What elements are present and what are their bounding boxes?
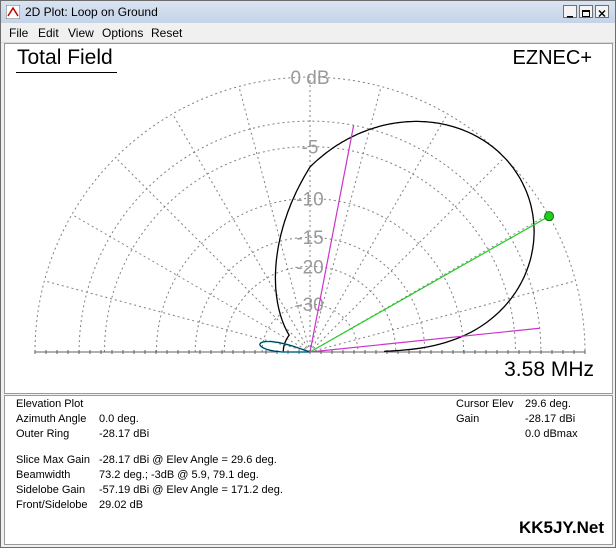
- ring-label: -15: [296, 228, 323, 249]
- info-value: 0.0 dBmax: [525, 428, 578, 440]
- plot-title: Total Field: [17, 46, 113, 69]
- info-label: Elevation Plot: [16, 398, 84, 410]
- grid-spoke: [172, 113, 311, 353]
- info-label: Cursor Elev: [456, 398, 514, 410]
- info-value: 73.2 deg.; -3dB @ 5.9, 79.1 deg.: [99, 469, 259, 481]
- cursor-line: [309, 215, 550, 353]
- ring-label: 0 dB: [290, 68, 329, 89]
- info-label: Slice Max Gain: [16, 454, 90, 466]
- ring-label: -10: [296, 189, 323, 210]
- minimize-icon: [567, 16, 573, 18]
- ring-label: -20: [296, 257, 323, 278]
- menu-edit[interactable]: Edit: [38, 26, 59, 40]
- cursor-marker: [544, 211, 555, 222]
- info-value: -28.17 dBi: [525, 413, 576, 425]
- ring-label: -5: [302, 138, 319, 159]
- info-value: -57.19 dBi @ Elev Angle = 171.2 deg.: [99, 484, 283, 496]
- grid-spoke: [309, 157, 505, 353]
- app-icon: [6, 5, 20, 19]
- plot-title-underline: [16, 72, 117, 73]
- info-value: 29.6 deg.: [525, 398, 571, 410]
- menu-options[interactable]: Options: [102, 26, 143, 40]
- polar-plot[interactable]: 0 dB -5 -10 -15 -20 -30: [5, 44, 612, 393]
- plot-frequency: 3.58 MHz: [504, 358, 594, 381]
- close-icon: [598, 10, 606, 17]
- plot-area[interactable]: 0 dB -5 -10 -15 -20 -30 Total Field EZNEC+ 3.…: [4, 43, 613, 394]
- window-title: 2D Plot: Loop on Ground: [25, 5, 158, 19]
- menu-file[interactable]: File: [9, 26, 28, 40]
- watermark: KK5JY.Net: [518, 518, 604, 537]
- info-label: Azimuth Angle: [16, 413, 87, 425]
- info-value: 29.02 dB: [99, 499, 144, 511]
- grid-spoke: [71, 214, 311, 353]
- info-panel: Elevation Plot Azimuth Angle 0.0 deg. Ou…: [4, 395, 613, 545]
- info-label: Beamwidth: [16, 469, 71, 481]
- info-label: Front/Sidelobe: [16, 499, 88, 511]
- title-bar[interactable]: 2D Plot: Loop on Ground: [1, 1, 615, 24]
- info-label: Gain: [456, 413, 480, 425]
- maximize-button[interactable]: [579, 5, 593, 18]
- info-value: -28.17 dBi: [99, 428, 150, 440]
- menu-bar: File Edit View Options Reset: [1, 23, 615, 43]
- menu-view[interactable]: View: [68, 26, 94, 40]
- grid-spoke: [309, 280, 576, 353]
- ring-label: -30: [296, 295, 323, 316]
- info-label: Outer Ring: [16, 428, 70, 440]
- menu-reset[interactable]: Reset: [151, 26, 182, 40]
- app-window: 2D Plot: Loop on Ground File Edit View O…: [0, 0, 616, 548]
- info-label: Sidelobe Gain: [16, 484, 86, 496]
- plot-brand: EZNEC+: [512, 47, 592, 69]
- grid-spoke: [115, 157, 311, 353]
- minimize-button[interactable]: [563, 5, 577, 18]
- maximize-icon: [582, 10, 590, 17]
- info-value: 0.0 deg.: [99, 413, 139, 425]
- close-button[interactable]: [595, 5, 609, 18]
- info-value: -28.17 dBi @ Elev Angle = 29.6 deg.: [99, 454, 277, 466]
